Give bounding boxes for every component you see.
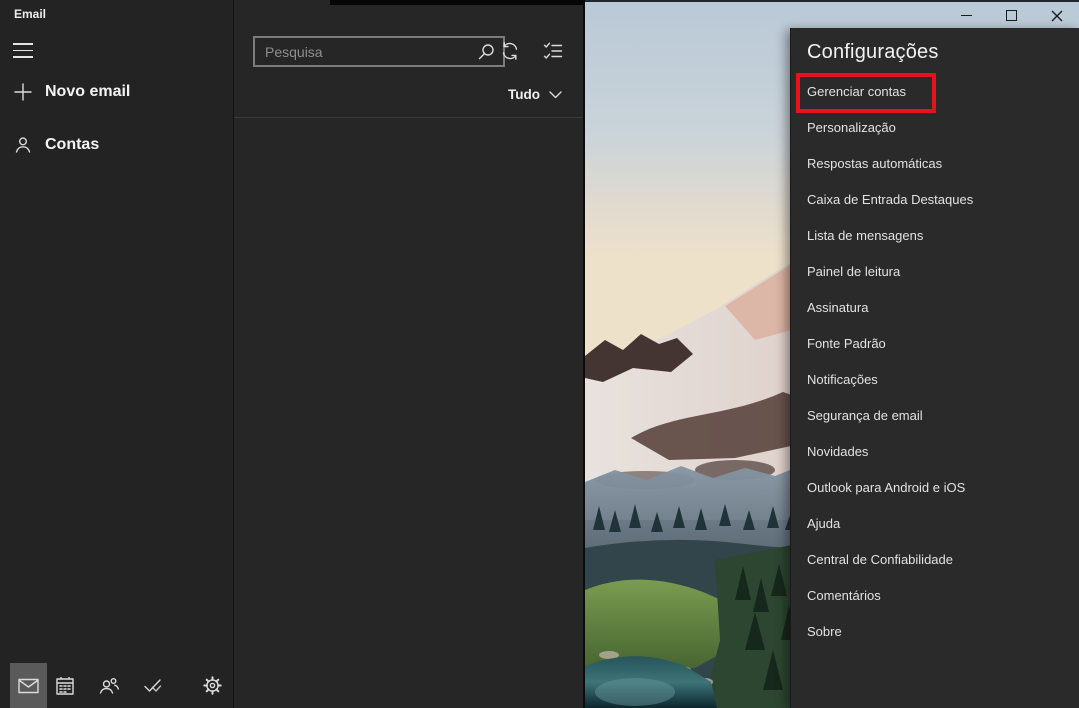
settings-item-caixa-de-entrada-destaques[interactable]: Caixa de Entrada Destaques — [791, 181, 1079, 217]
new-email-label: Novo email — [45, 83, 130, 101]
sidebar: Email Novo email Contas — [0, 0, 234, 708]
settings-item-gerenciar-contas[interactable]: Gerenciar contas — [791, 73, 1079, 109]
maximize-button[interactable] — [989, 1, 1034, 30]
settings-item-fonte-padrao[interactable]: Fonte Padrão — [791, 325, 1079, 361]
minimize-button[interactable] — [944, 1, 989, 30]
tasks-icon — [143, 678, 162, 693]
calendar-icon — [56, 677, 74, 695]
settings-item-respostas-automaticas[interactable]: Respostas automáticas — [791, 145, 1079, 181]
settings-item-lista-de-mensagens[interactable]: Lista de mensagens — [791, 217, 1079, 253]
mail-app-window: Email Novo email Contas — [0, 0, 1079, 708]
settings-item-notificacoes[interactable]: Notificações — [791, 361, 1079, 397]
minimize-icon — [961, 15, 972, 16]
settings-item-central-de-confiabilidade[interactable]: Central de Confiabilidade — [791, 541, 1079, 577]
nav-calendar-button[interactable] — [46, 663, 83, 708]
enter-selection-mode-button[interactable] — [541, 39, 565, 63]
refresh-button[interactable] — [498, 39, 522, 63]
settings-item-personalizacao[interactable]: Personalização — [791, 109, 1079, 145]
message-list-pane: Tudo — [234, 0, 583, 708]
mail-icon — [18, 678, 39, 694]
plus-icon — [14, 83, 32, 101]
person-icon — [14, 136, 32, 154]
bottom-nav — [0, 663, 233, 708]
message-list-empty — [234, 118, 583, 708]
hamburger-icon — [13, 43, 33, 45]
app-title: Email — [14, 7, 46, 21]
close-icon — [1051, 10, 1063, 22]
hamburger-menu-button[interactable] — [13, 43, 33, 58]
chevron-down-icon — [549, 91, 562, 99]
accounts-label: Contas — [45, 136, 99, 154]
people-icon — [99, 677, 119, 694]
nav-people-button[interactable] — [90, 663, 127, 708]
gear-icon — [203, 676, 222, 695]
nav-settings-button[interactable] — [194, 663, 231, 708]
settings-item-ajuda[interactable]: Ajuda — [791, 505, 1079, 541]
settings-item-outlook-para-android-e-ios[interactable]: Outlook para Android e iOS — [791, 469, 1079, 505]
settings-item-seguranca-de-email[interactable]: Segurança de email — [791, 397, 1079, 433]
titlebar-strip — [330, 0, 583, 5]
filter-dropdown[interactable]: Tudo — [508, 87, 562, 102]
settings-item-sobre[interactable]: Sobre — [791, 613, 1079, 649]
accounts-item[interactable]: Contas — [14, 136, 99, 154]
settings-item-comentarios[interactable]: Comentários — [791, 577, 1079, 613]
sync-icon — [500, 41, 520, 61]
nav-mail-button[interactable] — [10, 663, 47, 708]
settings-item-assinatura[interactable]: Assinatura — [791, 289, 1079, 325]
settings-title: Configurações — [807, 41, 939, 64]
checklist-icon — [543, 42, 563, 60]
new-email-button[interactable]: Novo email — [14, 83, 130, 101]
maximize-icon — [1006, 10, 1017, 21]
search-box[interactable] — [253, 36, 505, 67]
nav-tasks-button[interactable] — [134, 663, 171, 708]
close-button[interactable] — [1034, 1, 1079, 30]
search-input[interactable] — [263, 43, 478, 61]
settings-item-painel-de-leitura[interactable]: Painel de leitura — [791, 253, 1079, 289]
magnifier-icon[interactable] — [478, 43, 495, 60]
window-controls — [944, 1, 1079, 30]
settings-panel: Configurações Gerenciar contas Personali… — [790, 28, 1079, 708]
filter-value: Tudo — [508, 87, 540, 102]
settings-item-novidades[interactable]: Novidades — [791, 433, 1079, 469]
settings-list: Gerenciar contas Personalização Resposta… — [791, 73, 1079, 649]
